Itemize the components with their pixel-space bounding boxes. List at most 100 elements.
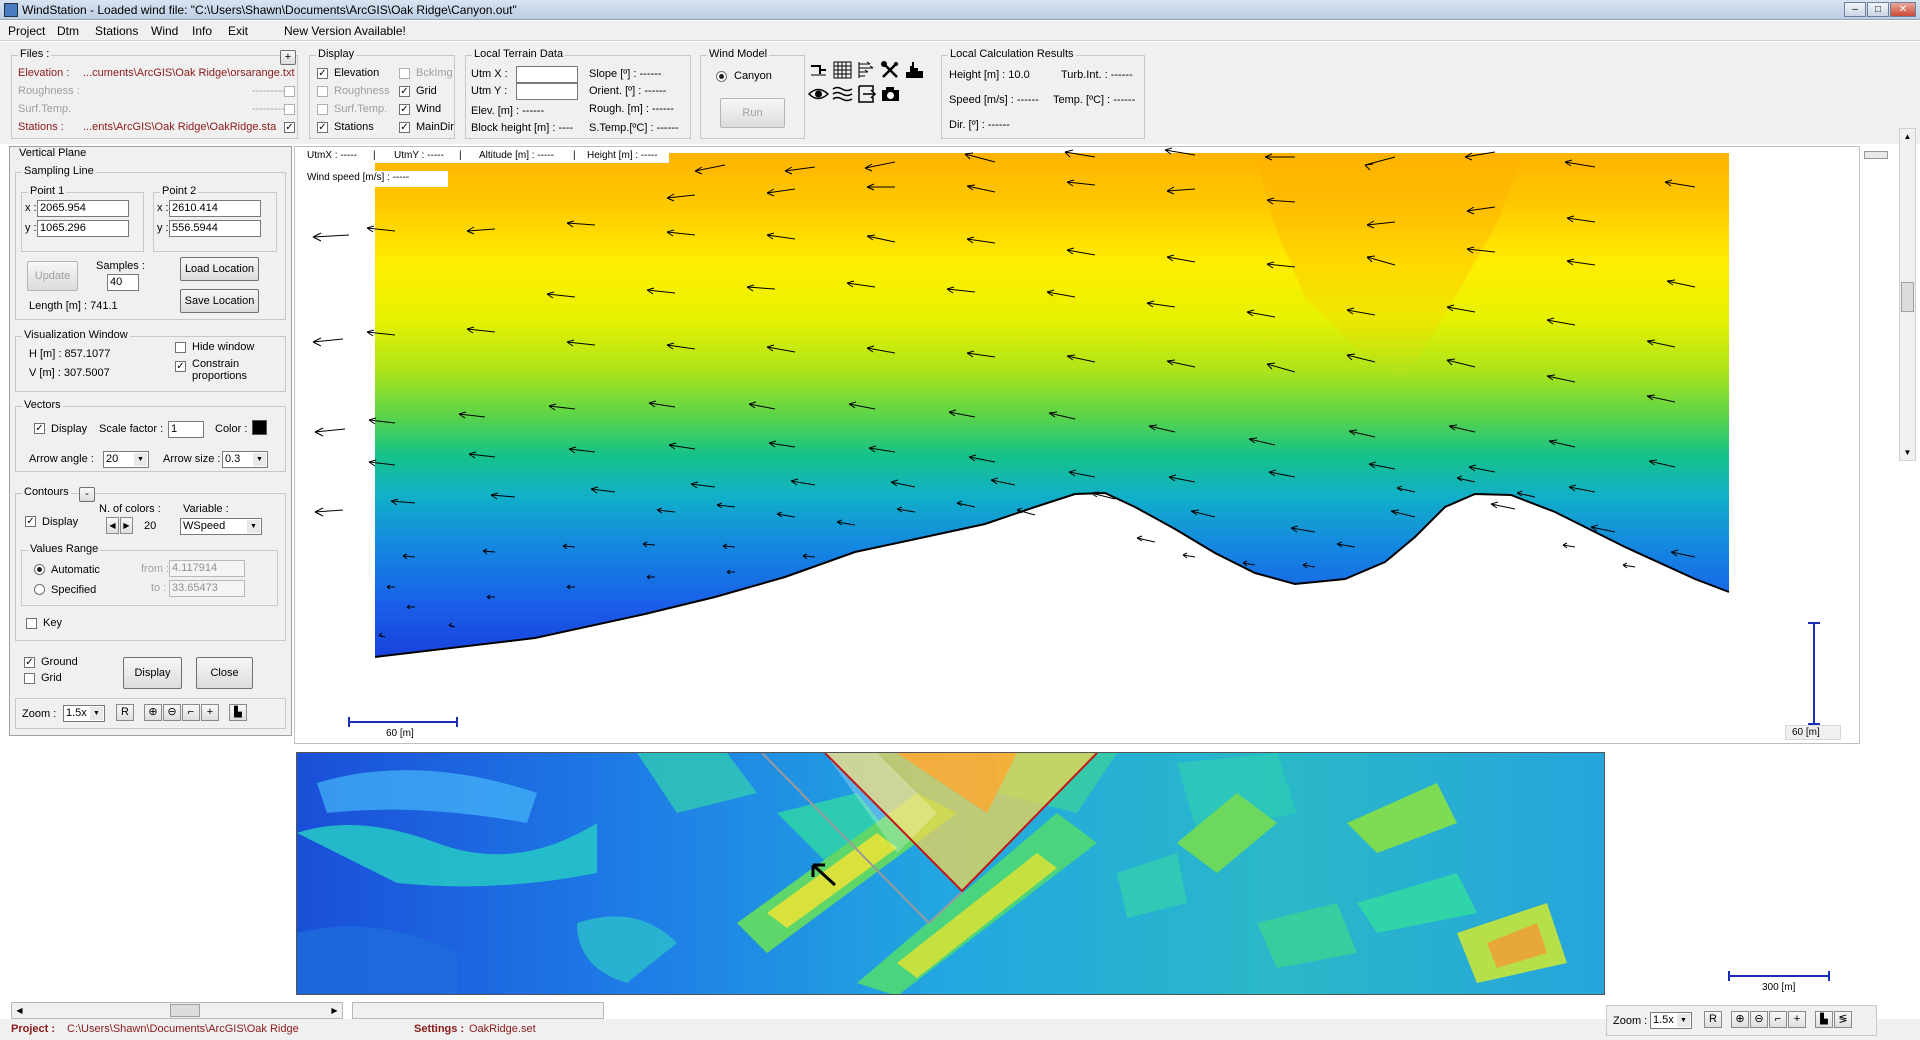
p2-y-input[interactable]: 556.5944 [169,220,261,237]
zoom-window-icon[interactable]: ⌐ [182,704,200,721]
horizontal-scrollbar[interactable]: ◀ ▶ [11,1002,343,1019]
menu-project[interactable]: Project [8,24,45,38]
vectors-display-checkbox[interactable]: ✓ [34,423,45,434]
status-settings-file: OakRidge.set [469,1023,536,1035]
automatic-radio[interactable] [34,564,45,575]
grid-checkbox[interactable] [24,673,35,684]
utmx-input[interactable] [516,66,578,83]
to-input[interactable]: 33.65473 [169,580,245,597]
panel-resize-handle[interactable] [1864,151,1888,159]
scroll-right-icon[interactable]: ▶ [327,1003,342,1018]
scroll-down-icon[interactable]: ▼ [1900,445,1915,460]
surftemp-checkbox[interactable] [284,104,295,115]
tools-icon[interactable] [880,60,901,80]
menu-dtm[interactable]: Dtm [57,24,79,38]
menu-info[interactable]: Info [192,24,212,38]
display-button[interactable]: Display [123,657,182,689]
p1-x-input[interactable]: 2065.954 [37,200,129,217]
canyon-radio[interactable] [716,71,727,82]
map-profile-icon[interactable]: ▙ [1815,1011,1833,1028]
ground-checkbox[interactable]: ✓ [24,657,35,668]
scale-factor-input[interactable]: 1 [168,421,204,438]
elevation-display-checkbox[interactable]: ✓ [317,68,328,79]
stations-file-path[interactable]: ...ents\ArcGIS\Oak Ridge\OakRidge.sta [83,121,276,133]
stations-display-checkbox[interactable]: ✓ [317,122,328,133]
bckimg-checkbox[interactable] [399,68,410,79]
zoom-select[interactable]: 1.5x ▼ [63,705,105,722]
title-bar[interactable]: WindStation - Loaded wind file: "C:\User… [0,0,1920,20]
map-zoom-select[interactable]: 1.5x ▼ [1650,1012,1692,1029]
arrow-size-select[interactable]: 0.3 ▼ [222,451,268,468]
waves-icon[interactable] [832,84,853,104]
wind-display-checkbox[interactable]: ✓ [399,104,410,115]
vector-color-swatch[interactable] [252,420,267,435]
contours-collapse-button[interactable]: - [79,487,95,502]
vectors-group: Vectors ✓ Display Scale factor : 1 Color… [15,399,286,472]
roughness-display-checkbox[interactable] [317,86,328,97]
scroll-thumb[interactable] [1901,282,1914,312]
vertical-plane-plot[interactable]: UtmX : ----- | UtmY : ----- | Altitude [… [294,146,1860,744]
menu-stations[interactable]: Stations [95,24,138,38]
samples-input[interactable]: 40 [107,274,139,291]
camera-icon[interactable] [880,84,901,104]
menu-wind[interactable]: Wind [151,24,178,38]
terrain-profile-icon[interactable] [808,60,829,80]
zoom-out-icon[interactable]: ⊖ [163,704,181,721]
map-zoom-out-icon[interactable]: ⊖ [1750,1011,1768,1028]
h-scroll-thumb[interactable] [170,1004,200,1017]
menu-new-version[interactable]: New Version Available! [284,24,406,38]
files-title: Files : [18,48,52,60]
scroll-up-icon[interactable]: ▲ [1900,129,1915,144]
chevron-down-icon: ▼ [90,707,103,720]
wind-profile-icon[interactable] [856,60,877,80]
from-input[interactable]: 4.117914 [169,560,245,577]
hide-window-checkbox[interactable] [175,342,186,353]
update-button[interactable]: Update [27,261,78,291]
grid-icon[interactable] [832,60,853,80]
stations-checkbox[interactable]: ✓ [284,122,295,133]
roughness-checkbox[interactable] [284,86,295,97]
elevation-file-path[interactable]: ...cuments\ArcGIS\Oak Ridge\orsarange.tx… [83,67,295,79]
stations-chart-icon[interactable] [904,60,925,80]
zoom-in-icon[interactable]: ⊕ [144,704,162,721]
map-pan-icon[interactable]: + [1788,1011,1806,1028]
arrow-angle-select[interactable]: 20 ▼ [103,451,149,468]
grid-display-checkbox[interactable]: ✓ [399,86,410,97]
eye-icon[interactable] [807,84,830,104]
constrain-checkbox[interactable]: ✓ [175,361,186,372]
add-file-button[interactable]: + [280,50,296,65]
wind-speed-contour-plot [312,147,1730,658]
horizontal-scale-bar [348,717,458,727]
specified-radio[interactable] [34,584,45,595]
minimize-button[interactable]: – [1844,2,1866,17]
variable-select[interactable]: WSpeed ▼ [180,518,262,535]
p2-x-input[interactable]: 2610.414 [169,200,261,217]
pan-icon[interactable]: + [201,704,219,721]
ncolors-increase-button[interactable]: ▶ [120,517,133,534]
surftemp-display-checkbox[interactable] [317,104,328,115]
scroll-left-icon[interactable]: ◀ [12,1003,27,1018]
close-window-button[interactable]: ✕ [1890,2,1916,17]
terrain-map[interactable] [296,752,1605,995]
map-zoom-window-icon[interactable]: ⌐ [1769,1011,1787,1028]
key-checkbox[interactable] [26,618,37,629]
tool-icons [807,58,938,114]
reset-zoom-button[interactable]: R [116,704,134,721]
p1-y-input[interactable]: 1065.296 [37,220,129,237]
maximize-button[interactable]: □ [1867,2,1889,17]
maindir-checkbox[interactable]: ✓ [399,122,410,133]
map-wind-icon[interactable]: ≶ [1834,1011,1852,1028]
menu-exit[interactable]: Exit [228,24,248,38]
load-location-button[interactable]: Load Location [180,257,259,281]
run-button[interactable]: Run [720,98,785,128]
profile-chart-icon[interactable]: ▙ [229,704,247,721]
vertical-scrollbar[interactable]: ▲ ▼ [1899,128,1916,461]
utmy-input[interactable] [516,83,578,100]
map-reset-zoom-button[interactable]: R [1704,1011,1722,1028]
contours-display-checkbox[interactable]: ✓ [25,516,36,527]
save-location-button[interactable]: Save Location [180,289,259,313]
close-button[interactable]: Close [196,657,253,689]
export-icon[interactable] [856,84,877,104]
map-zoom-in-icon[interactable]: ⊕ [1731,1011,1749,1028]
ncolors-decrease-button[interactable]: ◀ [106,517,119,534]
